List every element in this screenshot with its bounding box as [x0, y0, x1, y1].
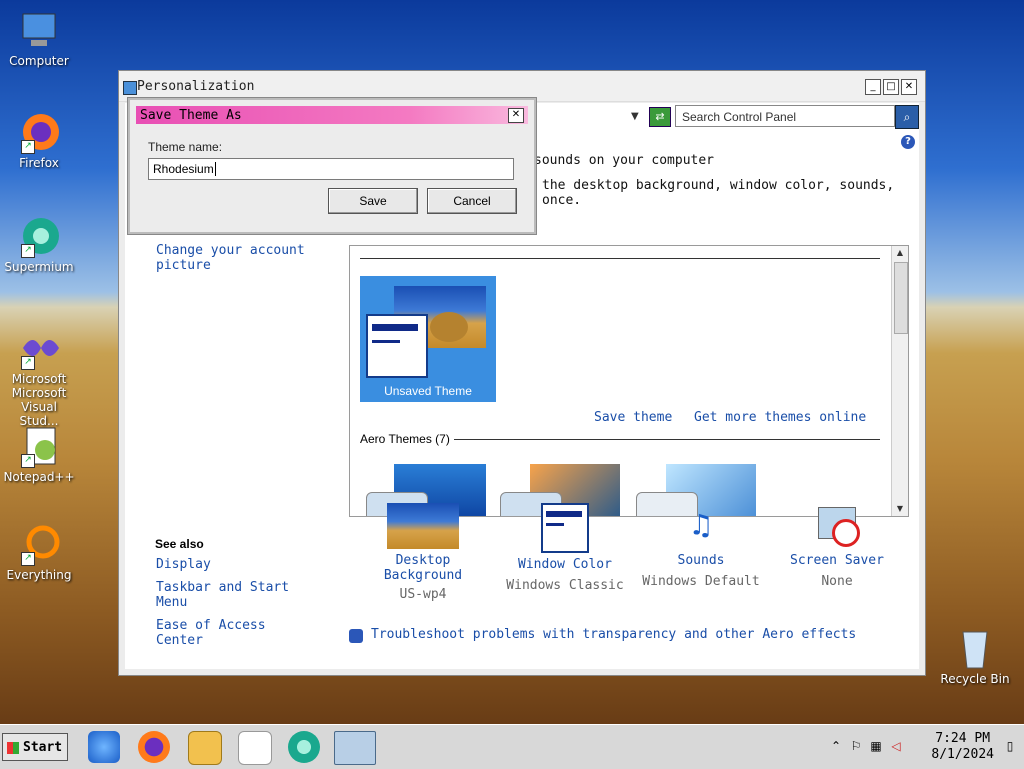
system-tray: ⌃ ⚐ ▦ ◁ 7:24 PM 8/1/2024 ▯	[824, 725, 1024, 769]
scroll-up-icon[interactable]: ▲	[892, 246, 908, 260]
volume-muted-icon[interactable]: ◁	[888, 739, 904, 755]
taskbar-start-menu-link[interactable]: Taskbar and Start Menu	[156, 580, 306, 610]
window-preview	[366, 314, 428, 378]
shortcut-arrow-icon: ↗	[21, 552, 35, 566]
scroll-down-icon[interactable]: ▼	[892, 502, 908, 516]
action-center-flag-icon[interactable]: ⚐	[848, 739, 864, 755]
show-desktop-icon[interactable]: ▯	[1002, 739, 1018, 755]
firefox-taskbar-icon[interactable]	[138, 731, 170, 763]
get-more-themes-link[interactable]: Get more themes online	[694, 410, 866, 425]
theme-name-label: Theme name:	[148, 140, 223, 154]
desktop-icon-label: Recycle Bin	[940, 672, 1010, 686]
cancel-button[interactable]: Cancel	[427, 188, 517, 214]
address-dropdown-icon[interactable]: ▼	[631, 111, 639, 122]
sounds-icon: ♫	[691, 508, 711, 543]
dialog-title: Save Theme As	[140, 108, 242, 123]
sounds-option[interactable]: ♫ Sounds Windows Default	[637, 503, 765, 589]
aero-themes-heading: Aero Themes (7)	[360, 432, 450, 446]
supermium-icon: ↗	[17, 214, 61, 258]
refresh-button[interactable]: ⇄	[649, 107, 671, 127]
desktop-icon-recycle-bin[interactable]: Recycle Bin	[936, 626, 1014, 686]
search-icon[interactable]: ⌕	[895, 105, 919, 129]
internet-explorer-icon[interactable]	[88, 731, 120, 763]
desktop-icon-label: Notepad++	[3, 470, 75, 484]
scroll-thumb[interactable]	[894, 262, 908, 334]
unsaved-theme-label: Unsaved Theme	[384, 384, 472, 398]
window-title: Personalization	[137, 79, 255, 94]
file-explorer-icon[interactable]	[188, 731, 222, 765]
shield-icon	[349, 629, 363, 643]
desktop-icon-visual-studio[interactable]: ↗ Microsoft Microsoft Visual Stud...	[0, 326, 78, 428]
clock[interactable]: 7:24 PM 8/1/2024	[931, 731, 994, 763]
desktop-background-option[interactable]: Desktop Background US-wp4	[373, 503, 473, 602]
media-player-icon[interactable]	[238, 731, 272, 765]
desktop-icon-label: Everything	[6, 568, 72, 582]
page-description-2: once.	[542, 193, 582, 208]
shortcut-arrow-icon: ↗	[21, 356, 35, 370]
control-panel-icon	[123, 81, 137, 95]
desktop-icon-label: Microsoft Microsoft Visual Stud...	[11, 372, 67, 428]
desktop-icon-supermium[interactable]: ↗ Supermium	[0, 214, 78, 274]
desktop-icon-label: Computer	[9, 54, 69, 68]
screen-saver-icon	[814, 503, 860, 549]
screen-saver-option[interactable]: Screen Saver None	[781, 503, 893, 589]
theme-list-scrollbar[interactable]: ▲ ▼	[891, 246, 908, 516]
network-icon[interactable]: ▦	[868, 739, 884, 755]
dialog-titlebar[interactable]: Save Theme As ✕	[136, 106, 528, 124]
desktop-icon-computer[interactable]: Computer	[0, 8, 78, 68]
computer-icon	[17, 8, 61, 52]
close-button[interactable]: ✕	[901, 79, 917, 95]
start-button[interactable]: Start	[2, 733, 68, 761]
display-link[interactable]: Display	[156, 557, 211, 572]
desktop-icon-everything[interactable]: ↗ Everything	[0, 522, 78, 582]
minimize-button[interactable]: _	[865, 79, 881, 95]
help-icon[interactable]: ?	[901, 135, 915, 149]
save-theme-link[interactable]: Save theme	[594, 410, 672, 425]
page-heading: sounds on your computer	[534, 153, 715, 168]
window-color-option[interactable]: Window Color Windows Classic	[501, 503, 629, 593]
control-panel-taskbar-icon[interactable]	[334, 731, 376, 765]
ease-of-access-link[interactable]: Ease of Access Center	[156, 618, 286, 648]
theme-list: Unsaved Theme Save theme Get more themes…	[349, 245, 909, 517]
see-also-heading: See also	[155, 537, 204, 551]
save-theme-dialog: Save Theme As ✕ Theme name: Rhodesium Sa…	[128, 98, 536, 234]
notepad-plus-plus-icon: ↗	[17, 424, 61, 468]
taskbar: Start ⌃ ⚐ ▦ ◁ 7:24 PM 8/1/2024 ▯	[0, 724, 1024, 769]
desktop-icon-label: Firefox	[19, 156, 59, 170]
maximize-button[interactable]: □	[883, 79, 899, 95]
theme-name-input[interactable]: Rhodesium	[148, 158, 514, 180]
search-input[interactable]: Search Control Panel	[675, 105, 895, 127]
page-description: the desktop background, window color, so…	[542, 178, 895, 193]
change-account-picture-link[interactable]: Change your account picture	[156, 243, 326, 273]
dialog-close-button[interactable]: ✕	[508, 108, 524, 123]
desktop-icon-label: Supermium	[4, 260, 74, 274]
supermium-taskbar-icon[interactable]	[288, 731, 320, 763]
visual-studio-icon: ↗	[17, 326, 61, 370]
recycle-bin-icon	[953, 626, 997, 670]
everything-icon: ↗	[17, 522, 61, 566]
shortcut-arrow-icon: ↗	[21, 244, 35, 258]
windows-flag-icon	[7, 742, 19, 754]
troubleshoot-link[interactable]: Troubleshoot problems with transparency …	[371, 627, 856, 642]
desktop-icon-firefox[interactable]: ↗ Firefox	[0, 110, 78, 170]
show-hidden-icons-icon[interactable]: ⌃	[828, 739, 844, 755]
unsaved-theme-tile[interactable]: Unsaved Theme	[360, 276, 496, 402]
save-button[interactable]: Save	[328, 188, 418, 214]
shortcut-arrow-icon: ↗	[21, 140, 35, 154]
shortcut-arrow-icon: ↗	[21, 454, 35, 468]
firefox-icon: ↗	[17, 110, 61, 154]
desktop-icon-notepad-plus-plus[interactable]: ↗ Notepad++	[0, 424, 78, 484]
window-color-icon	[541, 503, 589, 553]
desktop-background-icon	[387, 503, 459, 549]
